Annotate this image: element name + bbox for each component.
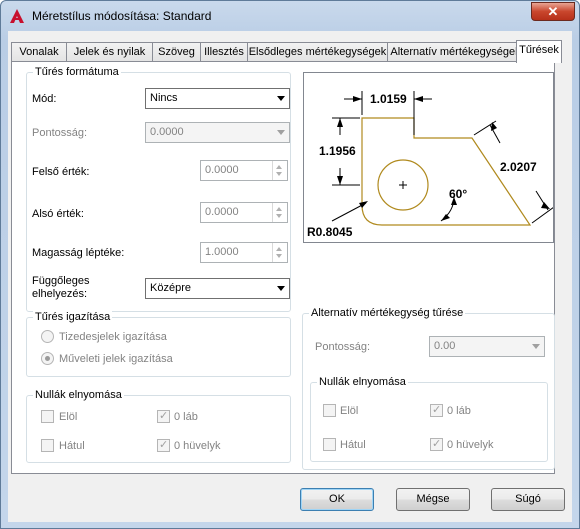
alt-tolerance-title: Alternatív mértékegység tűrése <box>309 307 466 319</box>
zero-inches-label: 0 hüvelyk <box>174 440 221 452</box>
close-button[interactable]: ✕ <box>531 2 575 21</box>
leading-zero-label: Elöl <box>59 411 78 423</box>
upper-value-label: Felső érték: <box>32 166 90 178</box>
preview-dim-right: 2.0207 <box>500 160 537 174</box>
title-bar[interactable]: Méretstílus módosítása: Standard ✕ <box>1 1 579 31</box>
alt-zero-inches-label: 0 hüvelyk <box>447 439 494 451</box>
lower-value: 0.0000 <box>205 206 239 218</box>
tolerance-format-title: Tűrés formátuma <box>33 66 121 78</box>
tab-elsodleges-mertekegysegek[interactable]: Elsődleges mértékegységek <box>247 42 388 62</box>
mode-value: Nincs <box>150 92 178 104</box>
tab-turesek[interactable]: Tűrések <box>516 40 562 63</box>
close-icon: ✕ <box>547 4 559 19</box>
tab-szoveg[interactable]: Szöveg <box>152 42 201 62</box>
alt-zero-feet-label: 0 láb <box>447 405 471 417</box>
autocad-logo-icon <box>10 9 24 23</box>
spinner-buttons[interactable] <box>272 203 287 222</box>
lower-value-label: Alsó érték: <box>32 208 84 220</box>
preview-dim-top: 1.0159 <box>370 92 407 106</box>
alt-leading-zero-label: Elöl <box>340 405 359 417</box>
leading-zero-checkbox[interactable] <box>41 410 54 423</box>
zero-feet-label: 0 láb <box>174 411 198 423</box>
zero-feet-checkbox[interactable] <box>157 409 170 423</box>
alt-zero-inches-checkbox[interactable] <box>430 437 443 451</box>
alt-precision-value: 0.00 <box>434 340 456 352</box>
tab-jelek-es-nyilak[interactable]: Jelek és nyilak <box>66 42 153 62</box>
precision-select[interactable]: 0.0000 <box>145 122 290 143</box>
preview-pane: 1.0159 1.1956 2.0207 60° R0.8045 <box>303 72 555 243</box>
mode-select[interactable]: Nincs <box>145 88 290 109</box>
align-operators-radio[interactable] <box>41 352 54 365</box>
align-operators-label: Műveleti jelek igazítása <box>59 353 173 365</box>
spinner-buttons[interactable] <box>272 161 287 180</box>
alt-zero-suppression-title: Nullák elnyomása <box>317 376 408 388</box>
upper-value: 0.0000 <box>205 164 239 176</box>
tab-vonalak[interactable]: Vonalak <box>11 42 67 62</box>
dimension-preview-drawing: 1.0159 1.1956 2.0207 60° R0.8045 <box>307 91 555 239</box>
trailing-zero-checkbox[interactable] <box>41 439 54 452</box>
cancel-button[interactable]: Mégse <box>396 488 470 511</box>
chevron-down-icon <box>277 130 285 135</box>
tab-panel-turesek: Tűrés formátuma Mód: Nincs Pontosság: 0.… <box>11 61 555 474</box>
height-scale-value: 1.0000 <box>205 246 239 258</box>
alt-precision-select[interactable]: 0.00 <box>429 336 545 357</box>
spinner-buttons[interactable] <box>272 243 287 262</box>
vertical-position-value: Középre <box>150 282 191 294</box>
vertical-position-label-2: elhelyezés: <box>32 288 88 300</box>
zero-inches-checkbox[interactable] <box>157 438 170 452</box>
precision-value: 0.0000 <box>150 126 184 138</box>
mode-label: Mód: <box>32 93 57 105</box>
height-scale-spinner[interactable]: 1.0000 <box>200 242 288 263</box>
zero-suppression-group: Nullák elnyomása <box>26 389 291 463</box>
chevron-down-icon <box>532 344 540 349</box>
trailing-zero-label: Hátul <box>59 440 85 452</box>
window-title: Méretstílus módosítása: Standard <box>32 9 212 23</box>
preview-dim-radius: R0.8045 <box>307 225 353 239</box>
ok-button[interactable]: OK <box>300 488 374 511</box>
alt-leading-zero-checkbox[interactable] <box>323 404 336 417</box>
lower-value-spinner[interactable]: 0.0000 <box>200 202 288 223</box>
align-decimal-label: Tizedesjelek igazítása <box>59 331 167 343</box>
chevron-down-icon <box>277 286 285 291</box>
upper-value-spinner[interactable]: 0.0000 <box>200 160 288 181</box>
vertical-position-label-1: Függőleges <box>32 275 90 287</box>
height-scale-label: Magasság léptéke: <box>32 247 125 259</box>
alt-trailing-zero-checkbox[interactable] <box>323 438 336 451</box>
vertical-position-select[interactable]: Középre <box>145 278 290 299</box>
zero-suppression-title: Nullák elnyomása <box>33 389 124 401</box>
tab-alternativ-mertekegysegek[interactable]: Alternatív mértékegységek <box>387 42 524 62</box>
precision-label: Pontosság: <box>32 127 88 139</box>
preview-dim-angle: 60° <box>449 187 467 201</box>
alt-zero-feet-checkbox[interactable] <box>430 403 443 417</box>
preview-dim-left: 1.1956 <box>319 144 356 158</box>
chevron-down-icon <box>277 96 285 101</box>
tab-illesztes[interactable]: Illesztés <box>200 42 248 62</box>
help-button[interactable]: Súgó <box>491 488 565 511</box>
alt-precision-label: Pontosság: <box>315 341 371 353</box>
alt-trailing-zero-label: Hátul <box>340 439 366 451</box>
tolerance-alignment-group: Tűrés igazítása <box>26 311 291 377</box>
tolerance-alignment-title: Tűrés igazítása <box>33 311 113 323</box>
align-decimal-radio[interactable] <box>41 330 54 343</box>
